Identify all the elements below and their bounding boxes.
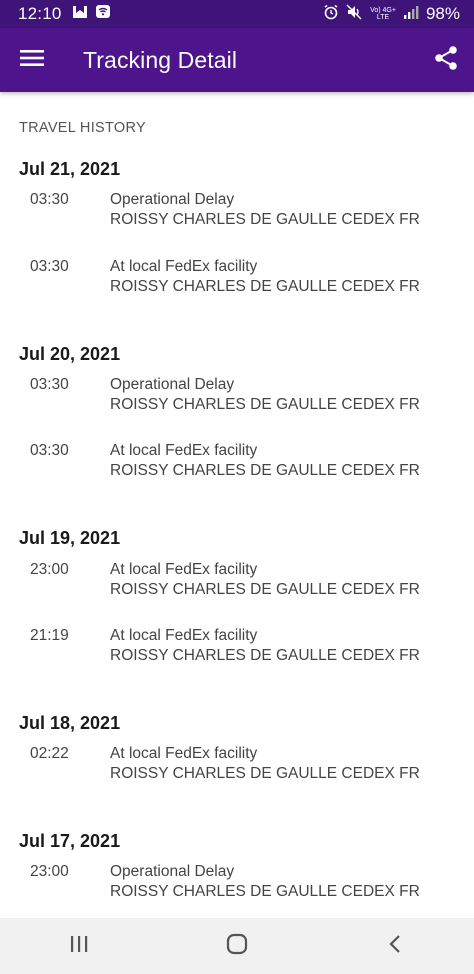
travel-history-heading: TRAVEL HISTORY — [19, 120, 146, 136]
event-status: At local FedEx facility — [110, 258, 258, 275]
home-icon — [226, 933, 248, 960]
event-time: 02:22 — [30, 745, 69, 762]
app-bar: Tracking Detail — [0, 28, 474, 92]
tracking-content[interactable]: TRAVEL HISTORY Jul 21, 2021 03:30 Operat… — [0, 92, 474, 918]
event-location: ROISSY CHARLES DE GAULLE CEDEX FR — [110, 278, 420, 295]
event-status: At local FedEx facility — [110, 442, 258, 459]
recent-apps-button[interactable] — [39, 918, 119, 974]
event-location: ROISSY CHARLES DE GAULLE CEDEX FR — [110, 462, 420, 479]
day-group: Jul 19, 2021 23:00 At local FedEx facili… — [0, 528, 474, 698]
event-status: Operational Delay — [110, 376, 235, 393]
share-button[interactable] — [418, 28, 474, 92]
back-button[interactable] — [355, 918, 435, 974]
menu-button[interactable] — [0, 28, 64, 92]
wifi-box-icon — [95, 4, 111, 24]
event-time: 03:30 — [30, 258, 69, 275]
mute-icon — [346, 3, 363, 25]
network-indicator: Vo) 4G+ LTE — [370, 7, 396, 21]
day-group: Jul 21, 2021 03:30 Operational Delay ROI… — [0, 159, 474, 329]
status-bar: 12:10 Vo) 4G+ LTE 98% — [0, 0, 474, 28]
network-label-bottom: LTE — [376, 14, 390, 21]
event-time: 03:30 — [30, 442, 69, 459]
event-time: 21:19 — [30, 627, 69, 644]
home-button[interactable] — [197, 918, 277, 974]
event-location: ROISSY CHARLES DE GAULLE CEDEX FR — [110, 765, 420, 782]
alarm-icon — [323, 4, 339, 25]
event-status: At local FedEx facility — [110, 745, 258, 762]
day-date: Jul 17, 2021 — [19, 831, 121, 851]
page-title: Tracking Detail — [83, 46, 238, 73]
day-group: Jul 20, 2021 03:30 Operational Delay ROI… — [0, 344, 474, 514]
menu-icon — [20, 49, 44, 72]
travel-event: 03:30 Operational Delay ROISSY CHARLES D… — [0, 191, 474, 237]
event-status: Operational Delay — [110, 191, 235, 208]
day-date: Jul 18, 2021 — [19, 713, 121, 733]
travel-event: 23:00 At local FedEx facility ROISSY CHA… — [0, 561, 474, 607]
system-nav-bar — [0, 918, 474, 974]
travel-event: 02:22 At local FedEx facility ROISSY CHA… — [0, 745, 474, 791]
event-status: At local FedEx facility — [110, 627, 258, 644]
event-location: ROISSY CHARLES DE GAULLE CEDEX FR — [110, 647, 420, 664]
event-location: ROISSY CHARLES DE GAULLE CEDEX FR — [110, 883, 420, 900]
event-time: 03:30 — [30, 376, 69, 393]
day-date: Jul 21, 2021 — [19, 159, 121, 179]
day-date: Jul 19, 2021 — [19, 528, 121, 548]
recent-apps-icon — [69, 935, 89, 958]
travel-event: 23:00 Operational Delay ROISSY CHARLES D… — [0, 863, 474, 909]
status-time: 12:10 — [18, 4, 62, 23]
event-location: ROISSY CHARLES DE GAULLE CEDEX FR — [110, 396, 420, 413]
event-status: At local FedEx facility — [110, 561, 258, 578]
event-location: ROISSY CHARLES DE GAULLE CEDEX FR — [110, 581, 420, 598]
event-time: 23:00 — [30, 863, 69, 880]
event-status: Operational Delay — [110, 863, 235, 880]
travel-event: 03:30 At local FedEx facility ROISSY CHA… — [0, 258, 474, 304]
share-icon — [434, 45, 458, 76]
signal-icon — [403, 4, 419, 24]
travel-event: 21:19 At local FedEx facility ROISSY CHA… — [0, 627, 474, 673]
mailbox-icon — [72, 4, 88, 24]
day-group: Jul 17, 2021 23:00 Operational Delay ROI… — [0, 831, 474, 918]
back-icon — [388, 934, 402, 959]
event-location: ROISSY CHARLES DE GAULLE CEDEX FR — [110, 211, 420, 228]
battery-level: 98% — [425, 4, 460, 23]
travel-event: 03:30 At local FedEx facility ROISSY CHA… — [0, 442, 474, 488]
event-time: 23:00 — [30, 561, 69, 578]
travel-event: 03:30 Operational Delay ROISSY CHARLES D… — [0, 376, 474, 422]
day-date: Jul 20, 2021 — [19, 344, 121, 364]
network-label-top: Vo) 4G+ — [370, 7, 396, 14]
day-group: Jul 18, 2021 02:22 At local FedEx facili… — [0, 713, 474, 813]
event-time: 03:30 — [30, 191, 69, 208]
